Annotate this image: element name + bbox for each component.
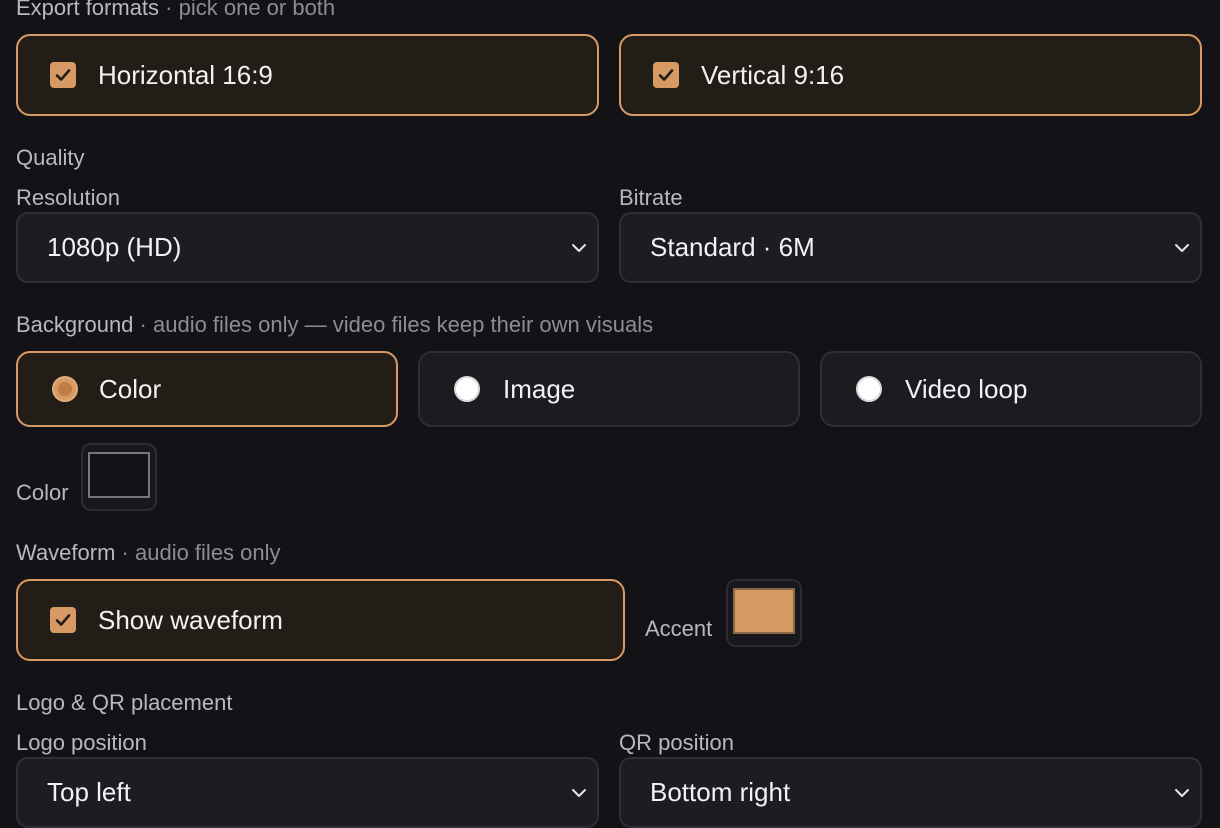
format-option-label: Vertical 9:16 — [701, 59, 845, 90]
accent-color-picker[interactable] — [726, 579, 802, 647]
export-formats-hint: · pick one or both — [165, 0, 336, 20]
quality-heading: Quality — [16, 145, 85, 170]
background-hint: · audio files only — video files keep th… — [139, 312, 654, 337]
logo-position-label: Logo position — [16, 730, 147, 755]
resolution-label: Resolution — [16, 185, 120, 210]
qr-position-select[interactable]: Bottom right — [619, 757, 1202, 828]
waveform-heading: Waveform · audio files only — [16, 540, 281, 566]
waveform-hint: · audio files only — [121, 540, 281, 565]
format-option-label: Horizontal 16:9 — [98, 59, 273, 90]
qr-position-value: Bottom right — [650, 777, 791, 807]
background-option-video-loop[interactable]: Video loop — [820, 351, 1202, 427]
export-formats-heading: Export formats · pick one or both — [16, 0, 335, 21]
placement-heading: Logo & QR placement — [16, 690, 233, 715]
chevron-down-icon — [569, 238, 589, 258]
radio-unselected-icon[interactable] — [856, 376, 882, 402]
qr-position-label: QR position — [619, 730, 734, 755]
background-option-image[interactable]: Image — [418, 351, 800, 427]
background-option-label: Image — [503, 373, 576, 404]
chevron-down-icon — [1172, 238, 1192, 258]
format-option-horizontal[interactable]: Horizontal 16:9 — [16, 34, 599, 116]
background-heading: Background · audio files only — video fi… — [16, 312, 653, 338]
background-color-swatch — [88, 452, 150, 498]
waveform-title: Waveform — [16, 540, 116, 565]
background-title: Background — [16, 312, 134, 337]
checkbox-checked-icon[interactable] — [653, 62, 679, 88]
logo-position-value: Top left — [47, 777, 131, 807]
accent-color-swatch — [733, 588, 795, 634]
show-waveform-toggle[interactable]: Show waveform — [16, 579, 625, 661]
background-color-label: Color — [16, 480, 69, 505]
format-option-vertical[interactable]: Vertical 9:16 — [619, 34, 1202, 116]
logo-position-select[interactable]: Top left — [16, 757, 599, 828]
bitrate-value: Standard · 6M — [650, 232, 815, 262]
checkbox-checked-icon[interactable] — [50, 607, 76, 633]
radio-selected-icon[interactable] — [52, 376, 78, 402]
background-option-color[interactable]: Color — [16, 351, 398, 427]
bitrate-select[interactable]: Standard · 6M — [619, 212, 1202, 283]
show-waveform-label: Show waveform — [98, 604, 283, 635]
background-option-label: Color — [99, 373, 162, 404]
resolution-value: 1080p (HD) — [47, 232, 182, 262]
background-color-picker[interactable] — [81, 443, 157, 511]
accent-label: Accent — [645, 616, 713, 641]
background-option-label: Video loop — [905, 373, 1028, 404]
bitrate-label: Bitrate — [619, 185, 683, 210]
checkbox-checked-icon[interactable] — [50, 62, 76, 88]
radio-unselected-icon[interactable] — [454, 376, 480, 402]
resolution-select[interactable]: 1080p (HD) — [16, 212, 599, 283]
export-formats-title: Export formats — [16, 0, 160, 20]
